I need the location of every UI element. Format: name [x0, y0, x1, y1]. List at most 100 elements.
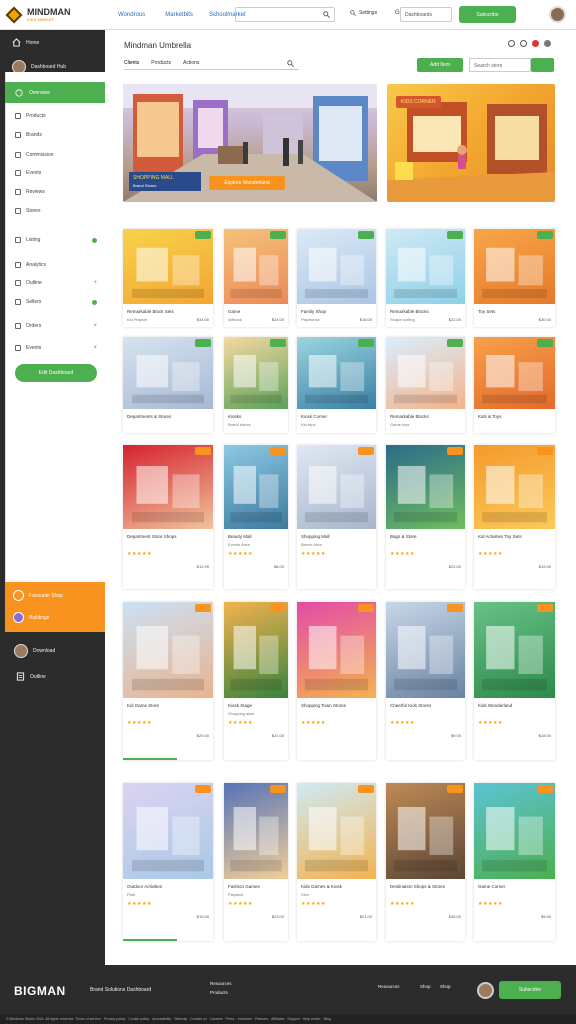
hero-banner-mall[interactable]: SHOPPING MALL Brand Stores Explore Wonde… — [123, 84, 377, 202]
product-image[interactable] — [224, 783, 288, 879]
product-image[interactable] — [386, 783, 465, 879]
footer-avatar[interactable] — [477, 982, 494, 999]
product-title[interactable]: Kid Activities Toy Sets — [478, 534, 551, 539]
settings-link[interactable]: Settings — [350, 10, 377, 16]
product-card[interactable]: Remarkable Blocks Shape sorting $22.00 — [386, 229, 465, 327]
logo[interactable]: MINDMAN KIDS MARKET — [5, 6, 104, 23]
product-title[interactable]: Fashion Games — [228, 884, 286, 889]
bell-icon[interactable] — [508, 40, 515, 47]
product-title[interactable]: Destination Shops & Stores — [390, 884, 461, 889]
product-title[interactable]: Game — [228, 309, 286, 314]
close-icon[interactable]: × — [93, 345, 97, 351]
search-icon[interactable] — [323, 11, 330, 18]
product-title[interactable]: Kiosk Stage — [228, 703, 286, 708]
product-card[interactable]: Game Artbook $24.00 — [224, 229, 288, 327]
sidebar-item-11[interactable]: Events × — [15, 345, 97, 351]
product-image[interactable] — [297, 602, 376, 698]
product-image[interactable] — [224, 602, 288, 698]
sidebar-item-7[interactable]: Analytics — [15, 262, 97, 268]
tab-actions[interactable]: Actions — [183, 60, 199, 66]
product-image[interactable] — [386, 445, 465, 529]
product-image[interactable] — [474, 445, 555, 529]
product-card[interactable]: Fashion Games Playland ★★★★★ $23.00 — [224, 783, 288, 941]
product-image[interactable] — [297, 445, 376, 529]
product-image[interactable] — [224, 445, 288, 529]
product-image[interactable] — [386, 602, 465, 698]
user-icon[interactable] — [544, 40, 551, 47]
product-title[interactable]: Departments & Stores — [127, 414, 208, 419]
sidebar-item-download[interactable]: Download — [14, 644, 55, 658]
product-card[interactable]: Department Store Shops ★★★★★ $12.99 — [123, 445, 213, 589]
sidebar-item-outline[interactable]: Outline — [16, 672, 46, 681]
product-card[interactable]: Outdoor Activities Park ★★★★★ $15.00 — [123, 783, 213, 941]
product-title[interactable]: Kiosks — [228, 414, 286, 419]
product-image[interactable] — [474, 337, 555, 409]
product-image[interactable] — [474, 229, 555, 304]
product-title[interactable]: Shopping Town Stores — [301, 703, 372, 708]
close-icon[interactable]: × — [93, 323, 97, 329]
settings-icon[interactable] — [520, 40, 527, 47]
product-card[interactable]: Family Shop Playhouse $18.00 — [297, 229, 376, 327]
product-image[interactable] — [224, 337, 288, 409]
product-card[interactable]: Kid Activities Toy Sets ★★★★★ $19.00 — [474, 445, 555, 589]
product-title[interactable]: Family Shop — [301, 309, 372, 314]
product-image[interactable] — [297, 337, 376, 409]
product-card[interactable]: Kiosk Corner Kid trips — [297, 337, 376, 433]
dashboard-select[interactable]: Dashboards — [400, 7, 452, 22]
footer-col-3[interactable]: Shop — [420, 982, 431, 991]
product-title[interactable]: Outdoor Activities — [127, 884, 208, 889]
sidebar-item-overview[interactable]: Overview — [5, 82, 105, 103]
product-card[interactable]: Shopping Town Stores ★★★★★ — [297, 602, 376, 760]
sidebar-item-9[interactable]: Sellers — [15, 299, 97, 305]
footer-subscribe-button[interactable]: Subscribe — [499, 981, 561, 999]
sidebar-item-2[interactable]: Commission — [15, 152, 97, 158]
hero-banner-kids[interactable]: KIDS CORNER — [387, 84, 555, 202]
product-title[interactable]: Department Store Shops — [127, 534, 208, 539]
product-card[interactable]: Bags & Store ★★★★★ $22.00 — [386, 445, 465, 589]
product-image[interactable] — [123, 445, 213, 529]
search-input[interactable] — [235, 7, 335, 22]
product-title[interactable]: Toy Sets — [478, 309, 551, 314]
product-card[interactable]: Kiosk Stage Shopping aisle ★★★★★ $21.00 — [224, 602, 288, 760]
product-image[interactable] — [386, 229, 465, 304]
search-submit-button[interactable] — [531, 58, 554, 72]
product-title[interactable]: Remarkable Blocks — [390, 414, 461, 419]
product-card[interactable]: Remarkable Block Sets Kid Playset $34.00 — [123, 229, 213, 327]
sidebar-item-5[interactable]: Stores — [15, 208, 97, 214]
store-search-input[interactable]: Search store — [469, 58, 531, 72]
product-card[interactable]: Kids Games & Kiosk Vibe ★★★★★ $21.00 — [297, 783, 376, 941]
product-card[interactable]: Remarkable Blocks Game toys — [386, 337, 465, 433]
product-title[interactable]: Kiosk Corner — [301, 414, 372, 419]
product-title[interactable]: Remarkable Blocks — [390, 309, 461, 314]
add-item-button[interactable]: Add Item — [417, 58, 463, 72]
product-image[interactable] — [123, 337, 213, 409]
product-title[interactable]: Game Corner — [478, 884, 551, 889]
tab-products[interactable]: Products — [151, 60, 171, 66]
product-image[interactable] — [297, 229, 376, 304]
search-icon[interactable] — [287, 60, 294, 67]
product-title[interactable]: Remarkable Block Sets — [127, 309, 208, 314]
product-card[interactable]: Kiosks Brand stores — [224, 337, 288, 433]
sidebar-item-0[interactable]: Products — [15, 113, 97, 119]
sidebar-item-4[interactable]: Reviews — [15, 189, 97, 195]
product-card[interactable]: Shopping Mall Bench Area ★★★★★ — [297, 445, 376, 589]
product-card[interactable]: Toy Sets $30.00 — [474, 229, 555, 327]
product-title[interactable]: Cheerful Kids Stores — [390, 703, 461, 708]
product-title[interactable]: Shopping Mall — [301, 534, 372, 539]
product-image[interactable] — [297, 783, 376, 879]
product-title[interactable]: Kids & Toys — [478, 414, 551, 419]
product-card[interactable]: Kids & Toys — [474, 337, 555, 433]
product-image[interactable] — [123, 602, 213, 698]
sidebar-item-10[interactable]: Orders × — [15, 323, 97, 329]
product-title[interactable]: Kids Wonderland — [478, 703, 551, 708]
footer-link[interactable]: Resources — [210, 979, 232, 988]
nav-link-1[interactable]: Wondrous — [118, 12, 145, 18]
sidebar-item-6[interactable]: Listing — [15, 237, 97, 243]
product-card[interactable]: Beauty Mall Events Area ★★★★★ $8.00 — [224, 445, 288, 589]
product-image[interactable] — [386, 337, 465, 409]
subscribe-button[interactable]: Subscribe — [459, 6, 516, 23]
sidebar-item-3[interactable]: Events — [15, 170, 97, 176]
sidebar-item-buildings[interactable]: Buildings — [13, 612, 49, 623]
product-image[interactable] — [474, 783, 555, 879]
tab-clients[interactable]: Clients — [124, 60, 139, 66]
